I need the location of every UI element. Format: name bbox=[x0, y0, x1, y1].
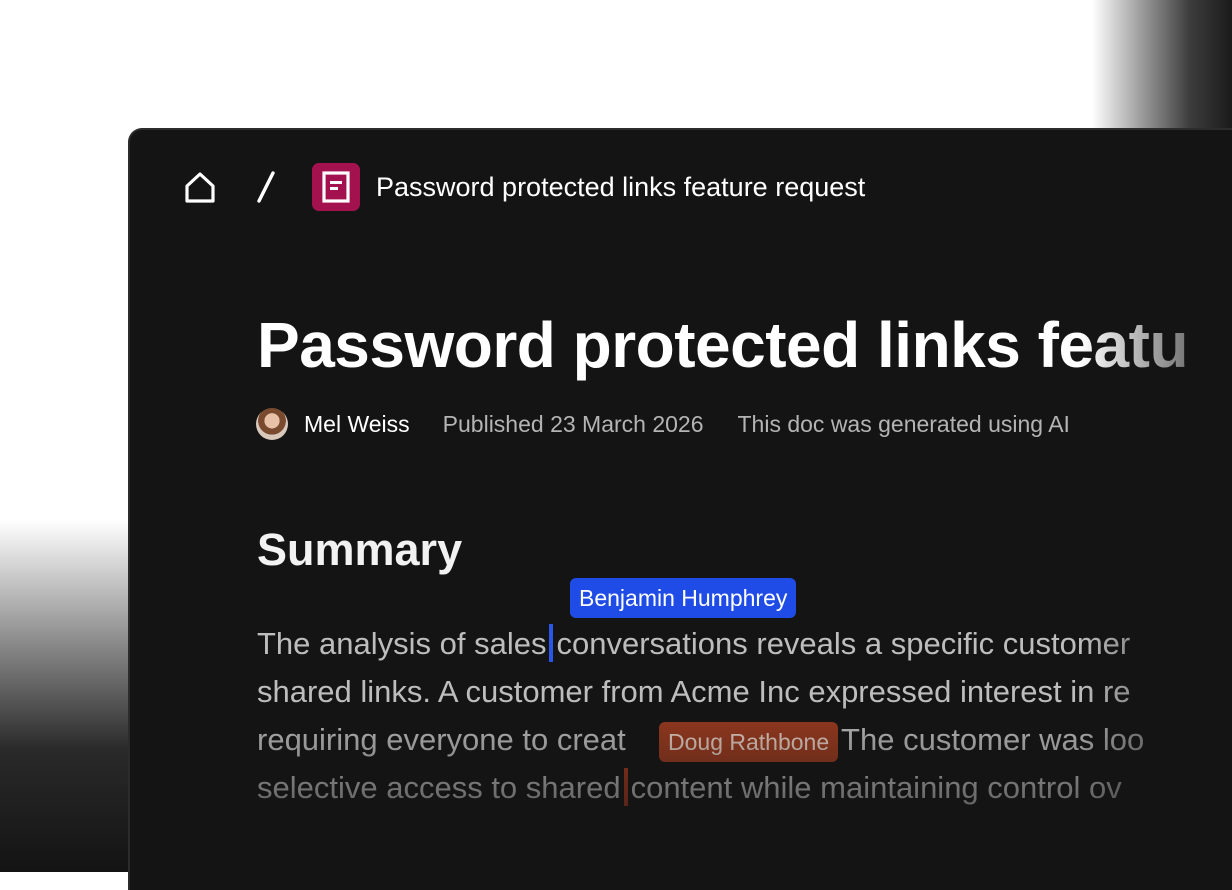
breadcrumb-separator bbox=[246, 167, 286, 207]
section-heading: Summary bbox=[257, 524, 463, 575]
paragraph-line: The analysis of sales conversations revea… bbox=[257, 624, 1131, 662]
home-icon[interactable] bbox=[180, 167, 220, 207]
collaborator-cursor-orange bbox=[623, 768, 628, 806]
avatar[interactable] bbox=[256, 408, 288, 440]
ai-generated-note: This doc was generated using AI bbox=[737, 410, 1070, 437]
paragraph-line: shared links. A customer from Acme Inc e… bbox=[257, 674, 1131, 709]
summary-paragraph[interactable]: The analysis of sales conversations revea… bbox=[257, 620, 1232, 812]
collaborator-cursor-blue bbox=[549, 624, 554, 662]
breadcrumb-doc-title[interactable]: Password protected links feature request bbox=[376, 172, 865, 203]
document-window: Password protected links feature request… bbox=[128, 128, 1232, 890]
collaborator-tag-benjamin: Benjamin Humphrey bbox=[570, 578, 797, 618]
doc-meta: Mel Weiss Published 23 March 2026 This d… bbox=[256, 408, 1070, 440]
document-icon bbox=[312, 163, 360, 211]
published-date: Published 23 March 2026 bbox=[442, 410, 704, 437]
page-title: Password protected links featu bbox=[257, 309, 1189, 381]
paragraph-line: selective access to shared content while … bbox=[257, 768, 1122, 806]
collaborator-tag-doug: Doug Rathbone bbox=[659, 722, 839, 762]
author-name[interactable]: Mel Weiss bbox=[304, 411, 410, 438]
breadcrumb: Password protected links feature request bbox=[182, 162, 865, 212]
